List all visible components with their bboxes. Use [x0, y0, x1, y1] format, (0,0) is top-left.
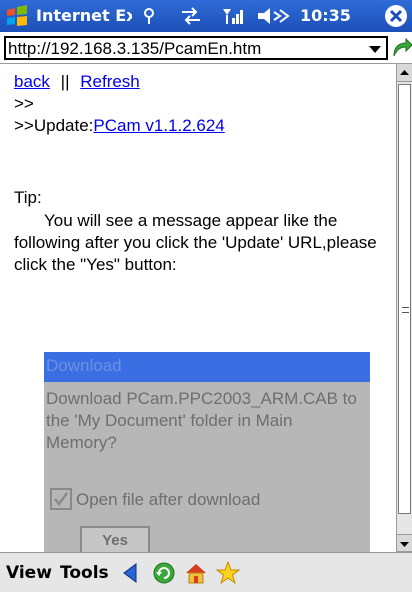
signal-icon[interactable]	[222, 7, 244, 25]
go-icon[interactable]	[390, 38, 412, 60]
view-menu[interactable]: View	[6, 563, 52, 583]
vertical-scrollbar[interactable]	[396, 64, 412, 552]
home-icon[interactable]	[184, 561, 208, 585]
separator: ||	[60, 72, 70, 91]
checkmark-icon	[54, 492, 69, 507]
scroll-up-button[interactable]	[397, 64, 412, 82]
nav-line: back || Refresh	[14, 72, 140, 92]
address-bar: http://192.168.3.135/PcamEn.htm	[0, 32, 412, 64]
back-arrow-icon[interactable]	[120, 561, 144, 585]
scroll-down-button[interactable]	[397, 534, 412, 552]
clock[interactable]: 10:35	[300, 6, 351, 25]
url-text[interactable]: http://192.168.3.135/PcamEn.htm	[8, 39, 353, 59]
checkbox-label: Open file after download	[76, 490, 261, 509]
update-link[interactable]: PCam v1.1.2.624	[93, 116, 224, 135]
line-arrows: >>	[14, 94, 34, 113]
download-dialog-image: Download Download PCam.PPC2003_ARM.CAB t…	[44, 352, 370, 552]
grip-icon	[402, 307, 409, 313]
update-line: >>Update:PCam v1.1.2.624	[14, 116, 225, 136]
window-title: Internet Ex	[36, 6, 132, 25]
scroll-down-icon	[400, 542, 409, 547]
yes-button: Yes	[80, 526, 150, 552]
menu-bar: View Tools	[0, 552, 412, 592]
update-prefix: >>Update:	[14, 116, 94, 135]
favorites-icon[interactable]	[216, 561, 240, 585]
windows-start-icon[interactable]	[4, 4, 30, 28]
url-input[interactable]: http://192.168.3.135/PcamEn.htm	[4, 36, 388, 60]
scroll-thumb[interactable]	[398, 84, 411, 514]
title-bar: Internet Ex 10:35	[0, 0, 412, 32]
tools-menu[interactable]: Tools	[60, 563, 109, 583]
back-link[interactable]: back	[14, 72, 50, 91]
volume-icon[interactable]	[256, 7, 292, 25]
dialog-title: Download	[44, 352, 370, 382]
checkbox	[50, 488, 72, 510]
dialog-message: Download PCam.PPC2003_ARM.CAB to the 'My…	[46, 389, 357, 452]
tip-text: You will see a message appear like the f…	[14, 211, 377, 274]
close-icon[interactable]	[384, 4, 408, 28]
connectivity-icon[interactable]	[140, 7, 158, 25]
sync-icon[interactable]	[180, 7, 202, 25]
page-content: back || Refresh >> >>Update:PCam v1.1.2.…	[0, 64, 396, 552]
chevron-down-icon[interactable]	[368, 42, 382, 56]
refresh-icon[interactable]	[152, 561, 176, 585]
tip-heading: Tip:	[14, 188, 42, 207]
scroll-up-icon	[400, 70, 409, 75]
refresh-link[interactable]: Refresh	[80, 72, 140, 91]
